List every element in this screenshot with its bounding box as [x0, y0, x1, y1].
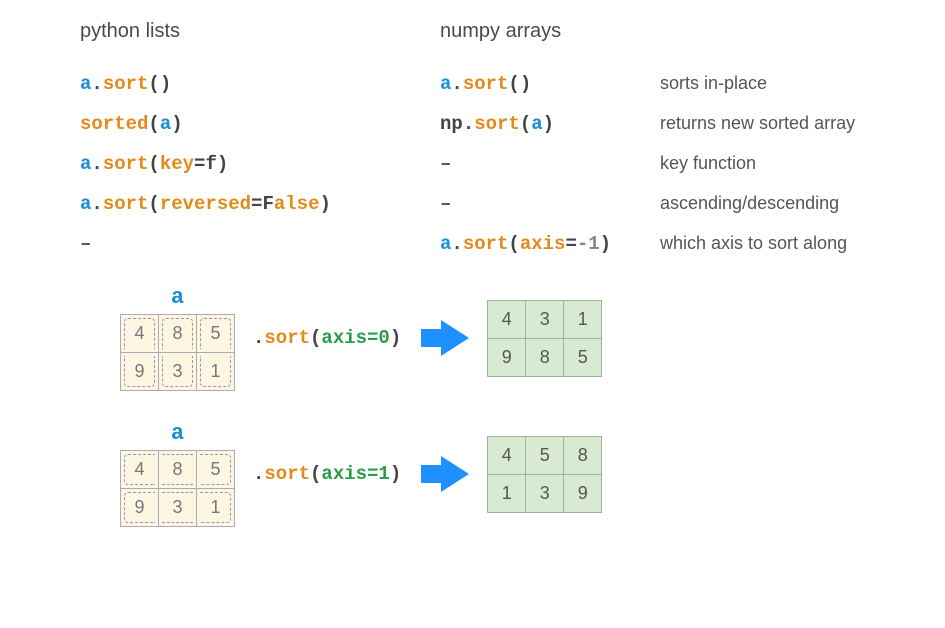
diagrams: a 485931 .sort(axis=0) 431985 a 485931 .…: [80, 285, 865, 527]
header-python: python lists: [80, 20, 440, 43]
matrix-cell: 9: [564, 474, 602, 512]
input-matrix-wrap: a 485931: [120, 421, 235, 527]
py-code-row: a.sort(key=f): [80, 153, 440, 175]
matrix-cell: 8: [159, 451, 197, 489]
matrix-cell: 9: [488, 338, 526, 376]
matrix-cell: 5: [526, 436, 564, 474]
matrix-cell: 8: [159, 315, 197, 353]
desc-row: returns new sorted array: [660, 113, 865, 135]
matrix-cell: 4: [121, 451, 159, 489]
matrix-cell: 1: [564, 300, 602, 338]
py-code-row: a.sort(reversed=False): [80, 193, 440, 215]
py-code-row: –: [80, 233, 440, 255]
matrix: 485931: [120, 450, 235, 527]
matrix-cell: 3: [526, 474, 564, 512]
np-code-row: a.sort(axis=-1): [440, 233, 660, 255]
matrix: 485931: [120, 314, 235, 391]
desc-row: which axis to sort along: [660, 233, 865, 255]
matrix-cell: 3: [159, 489, 197, 527]
np-code-row: np.sort(a): [440, 113, 660, 135]
desc-row: sorts in-place: [660, 73, 865, 95]
matrix-cell: 8: [564, 436, 602, 474]
desc-row: ascending/descending: [660, 193, 865, 215]
matrix-cell: 5: [197, 315, 235, 353]
np-code-row: a.sort(): [440, 73, 660, 95]
py-code-row: sorted(a): [80, 113, 440, 135]
comparison-table: python lists numpy arrays a.sort()a.sort…: [80, 20, 865, 255]
header-numpy: numpy arrays: [440, 20, 660, 43]
diagram-call: .sort(axis=1): [253, 463, 401, 485]
py-code-row: a.sort(): [80, 73, 440, 95]
arrow-right-icon: [441, 320, 469, 356]
input-matrix-wrap: a 485931: [120, 285, 235, 391]
matrix-cell: 8: [526, 338, 564, 376]
matrix-cell: 9: [121, 489, 159, 527]
matrix-cell: 5: [197, 451, 235, 489]
matrix-cell: 5: [564, 338, 602, 376]
matrix-cell: 4: [488, 436, 526, 474]
matrix-cell: 4: [121, 315, 159, 353]
matrix-cell: 1: [197, 489, 235, 527]
arrow-right-icon: [441, 456, 469, 492]
desc-row: key function: [660, 153, 865, 175]
matrix-cell: 3: [159, 353, 197, 391]
matrix-cell: 4: [488, 300, 526, 338]
matrix-cell: 1: [488, 474, 526, 512]
diagram-row: a 485931 .sort(axis=0) 431985: [120, 285, 865, 391]
matrix-label: a: [171, 421, 184, 446]
matrix-cell: 9: [121, 353, 159, 391]
matrix: 458139: [487, 436, 602, 513]
diagram-call: .sort(axis=0): [253, 327, 401, 349]
matrix-cell: 3: [526, 300, 564, 338]
matrix-cell: 1: [197, 353, 235, 391]
matrix-label: a: [171, 285, 184, 310]
matrix: 431985: [487, 300, 602, 377]
diagram-row: a 485931 .sort(axis=1) 458139: [120, 421, 865, 527]
np-code-row: –: [440, 193, 660, 215]
np-code-row: –: [440, 153, 660, 175]
